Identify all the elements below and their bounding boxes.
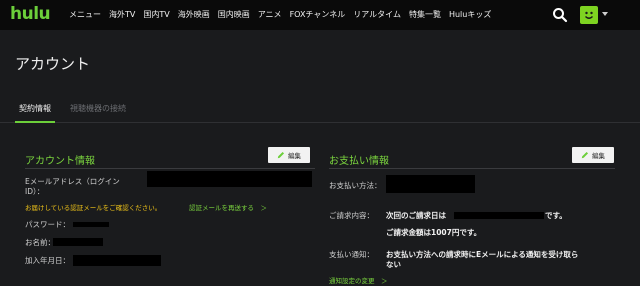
notice-text-line1: お支払い方法への請求時にEメールによる通知を受け取ら [386,250,579,259]
nav-item-anime[interactable]: アニメ [258,9,282,21]
account-info-title: アカウント情報 [25,156,95,167]
verification-warning: お届けしている認証メールをご確認ください。 [25,204,162,212]
payment-edit-button[interactable]: 編集 [572,147,614,163]
nav-item-domestic-movies[interactable]: 国内映画 [218,9,250,21]
billing-next-date-redacted [454,212,544,219]
nav-item-fox-channel[interactable]: FOXチャンネル [290,9,346,21]
pencil-icon [581,151,589,159]
account-divider [25,168,315,169]
edit-button-label: 編集 [288,152,301,160]
notice-text-line2: ない [386,260,401,269]
billing-next-date-prefix: 次回のご請求日は [386,211,446,220]
joined-date-value-redacted [73,255,161,266]
nav-item-overseas-tv[interactable]: 海外TV [109,9,135,21]
nav-item-overseas-movies[interactable]: 海外映画 [178,9,210,21]
billing-amount: ご請求金額は1007円です。 [386,228,482,237]
payment-method-redacted [386,175,475,193]
account-edit-button[interactable]: 編集 [268,147,310,163]
payment-method-label: お支払い方法： [329,181,382,190]
billing-label: ご請求内容： [329,211,374,220]
resend-verification-link[interactable]: 認証メールを再送する ＞ [189,202,267,212]
notice-settings-link[interactable]: 通知設定の変更 ＞ [329,275,388,285]
nav-menu: メニュー 海外TV 国内TV 海外映画 国内映画 アニメ FOXチャンネル リア… [69,9,499,21]
hulu-logo[interactable]: hulu [10,4,51,24]
edit-button-label: 編集 [592,152,605,160]
top-nav: hulu メニュー 海外TV 国内TV 海外映画 国内映画 アニメ FOXチャン… [0,0,640,30]
profile-dropdown-caret-icon[interactable] [602,12,608,16]
billing-next-date-suffix: です。 [545,211,567,220]
email-value-redacted [147,171,312,187]
profile-avatar-icon[interactable] [580,6,598,24]
joined-date-label: 加入年月日： [25,256,70,265]
nav-item-menu[interactable]: メニュー [69,9,101,21]
nav-item-realtime[interactable]: リアルタイム [353,9,401,21]
tab-contract-info[interactable]: 契約情報 [15,103,55,123]
password-label: パスワード： [25,220,70,229]
nav-item-features[interactable]: 特集一覧 [409,9,441,21]
payment-info-title: お支払い情報 [329,156,389,167]
search-icon[interactable] [552,7,568,23]
name-label: お名前： [25,238,55,247]
email-label: Eメールアドレス（ログイン ID）： [25,177,120,196]
pencil-icon [277,151,285,159]
notice-label: 支払い通知： [329,250,374,259]
nav-item-domestic-tv[interactable]: 国内TV [143,9,169,21]
page-title: アカウント [15,55,91,73]
tab-device-connection[interactable]: 視聴機器の接続 [70,103,126,114]
name-value-redacted [53,238,103,246]
tab-bar: 契約情報 視聴機器の接続 [0,99,640,123]
password-value-redacted [73,222,109,227]
nav-item-hulu-kids[interactable]: Huluキッズ [449,9,491,21]
payment-divider [329,168,615,169]
